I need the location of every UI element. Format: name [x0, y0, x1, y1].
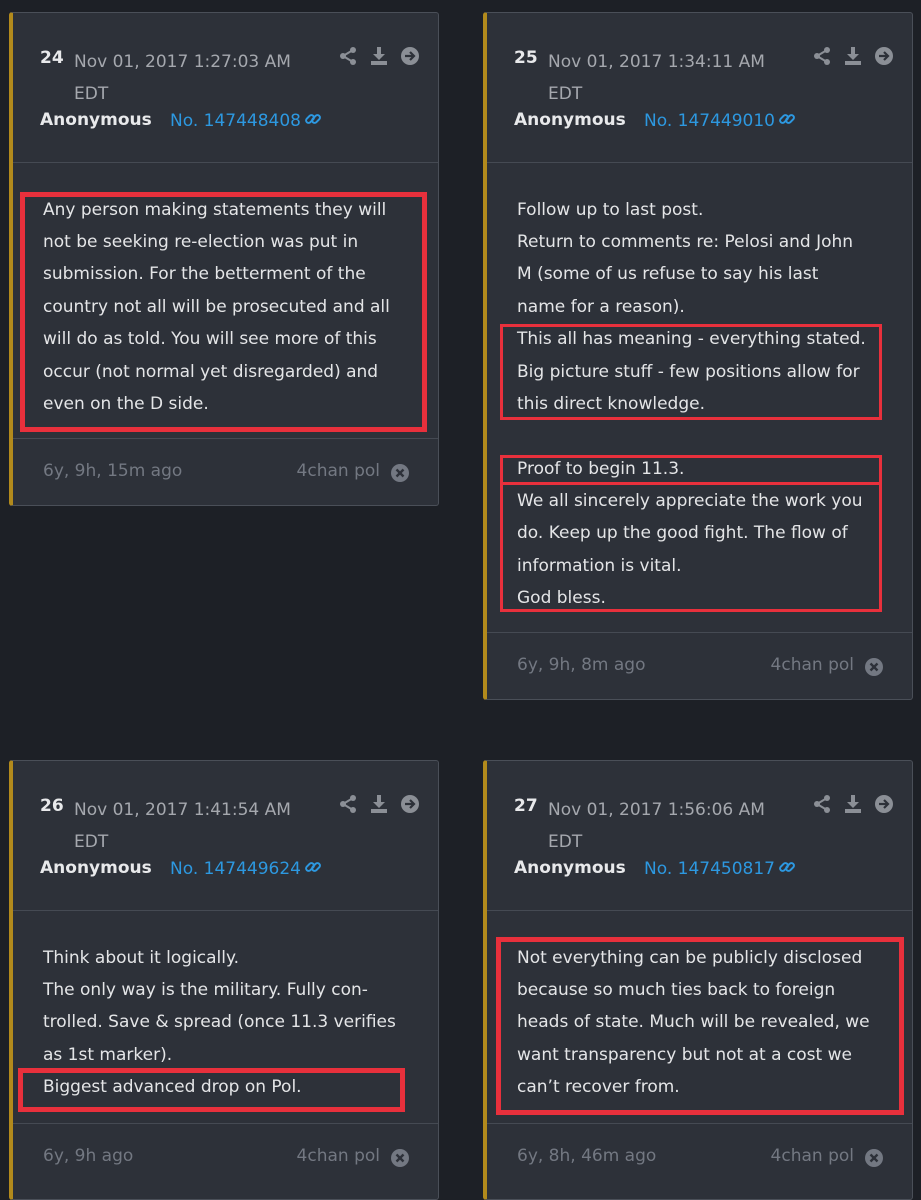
post-footer: 6y, 9h ago 4chan pol [13, 1123, 438, 1190]
post-footer: 6y, 9h, 15m ago 4chan pol [13, 438, 438, 505]
download-icon[interactable] [843, 794, 863, 814]
highlight-box [20, 192, 427, 432]
author-name: Anonymous [514, 858, 626, 878]
share-icon[interactable] [338, 794, 358, 814]
post-id-link[interactable]: No. 147450817 [644, 858, 796, 879]
post-date: Nov 01, 2017 1:34:11 AM EDT [548, 52, 765, 104]
post-id-link[interactable]: No. 147449624 [170, 858, 322, 879]
link-icon[interactable] [778, 110, 796, 128]
post-id-link[interactable]: No. 147448408 [170, 110, 322, 131]
post-date: Nov 01, 2017 1:56:06 AM EDT [548, 800, 765, 852]
author-name: Anonymous [40, 858, 152, 878]
post-source: 4chan pol [770, 655, 854, 675]
post-age: 6y, 9h, 15m ago [43, 461, 183, 481]
download-icon[interactable] [369, 794, 389, 814]
post-text-line: Think about it logically. [43, 948, 240, 968]
post-id-link[interactable]: No. 147449010 [644, 110, 796, 131]
post-text-line: The only way is the military. Fully con- [43, 980, 368, 1000]
post-text-line: Return to comments re: Pelosi and John [517, 232, 854, 252]
post-age: 6y, 9h ago [43, 1146, 134, 1166]
post-id-text[interactable]: No. 147449010 [644, 111, 775, 131]
arrow-right-circle-icon[interactable] [400, 46, 420, 66]
post-number: 27 [514, 796, 538, 816]
highlight-box [500, 324, 882, 420]
link-icon[interactable] [778, 858, 796, 876]
close-circle-icon[interactable] [390, 1148, 410, 1168]
author-name: Anonymous [40, 110, 152, 130]
highlight-box [496, 937, 904, 1115]
post-age: 6y, 9h, 8m ago [517, 655, 646, 675]
download-icon[interactable] [369, 46, 389, 66]
post-id-text[interactable]: No. 147448408 [170, 111, 301, 131]
share-icon[interactable] [812, 794, 832, 814]
highlight-box [18, 1068, 405, 1112]
post-actions [812, 794, 894, 814]
post-text-line: as 1st marker). [43, 1045, 173, 1065]
post-source: 4chan pol [770, 1146, 854, 1166]
arrow-right-circle-icon[interactable] [874, 794, 894, 814]
highlight-box [500, 455, 882, 485]
post-header: 27 Nov 01, 2017 1:56:06 AM EDT Anonymous… [487, 761, 912, 911]
share-icon[interactable] [338, 46, 358, 66]
post-number: 24 [40, 48, 64, 68]
post-text-line: Follow up to last post. [517, 200, 704, 220]
post-id-text[interactable]: No. 147450817 [644, 859, 775, 879]
post-actions [338, 794, 420, 814]
post-header: 25 Nov 01, 2017 1:34:11 AM EDT Anonymous… [487, 13, 912, 163]
highlight-box [500, 482, 882, 612]
share-icon[interactable] [812, 46, 832, 66]
post-header: 24 Nov 01, 2017 1:27:03 AM EDT Anonymous… [13, 13, 438, 163]
post-text-line: trolled. Save & spread (once 11.3 verifi… [43, 1012, 396, 1032]
post-actions [812, 46, 894, 66]
download-icon[interactable] [843, 46, 863, 66]
post-card-26: 26 Nov 01, 2017 1:41:54 AM EDT Anonymous… [9, 760, 439, 1200]
author-name: Anonymous [514, 110, 626, 130]
link-icon[interactable] [304, 110, 322, 128]
post-source: 4chan pol [296, 461, 380, 481]
post-text-line: M (some of us refuse to say his last [517, 264, 819, 284]
close-circle-icon[interactable] [864, 1148, 884, 1168]
post-date: Nov 01, 2017 1:27:03 AM EDT [74, 52, 291, 104]
arrow-right-circle-icon[interactable] [400, 794, 420, 814]
post-number: 26 [40, 796, 64, 816]
post-age: 6y, 8h, 46m ago [517, 1146, 657, 1166]
post-header: 26 Nov 01, 2017 1:41:54 AM EDT Anonymous… [13, 761, 438, 911]
post-footer: 6y, 8h, 46m ago 4chan pol [487, 1123, 912, 1190]
post-number: 25 [514, 48, 538, 68]
post-actions [338, 46, 420, 66]
post-id-text[interactable]: No. 147449624 [170, 859, 301, 879]
close-circle-icon[interactable] [390, 463, 410, 483]
post-date: Nov 01, 2017 1:41:54 AM EDT [74, 800, 291, 852]
link-icon[interactable] [304, 858, 322, 876]
close-circle-icon[interactable] [864, 657, 884, 677]
post-footer: 6y, 9h, 8m ago 4chan pol [487, 632, 912, 699]
post-source: 4chan pol [296, 1146, 380, 1166]
arrow-right-circle-icon[interactable] [874, 46, 894, 66]
post-text-line: name for a reason). [517, 297, 685, 317]
